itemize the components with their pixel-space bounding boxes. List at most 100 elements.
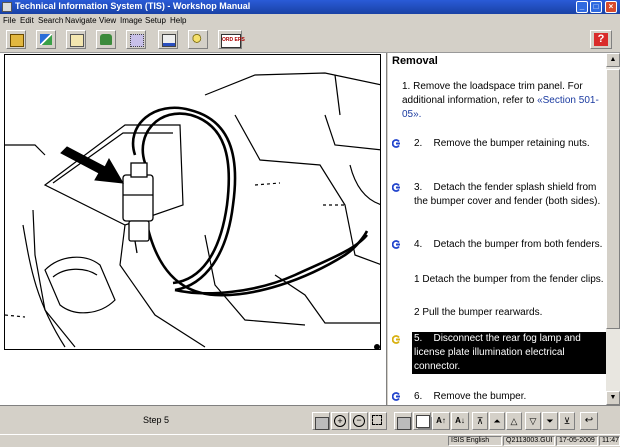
step-text: Detach the bumper from the fender clips. <box>422 274 604 285</box>
scroll-down-button[interactable]: ▼ <box>606 391 620 405</box>
step-text: Pull the bumper rearwards. <box>422 307 543 318</box>
step-number: 5. <box>414 333 423 344</box>
scroll-up-button[interactable]: ▲ <box>606 53 620 67</box>
step-bullet-icon <box>392 139 400 148</box>
increase-font-button[interactable]: A↑ <box>432 412 450 430</box>
menu-view[interactable]: View <box>99 16 116 25</box>
next-icon: ▽ <box>529 416 537 426</box>
menu-help[interactable]: Help <box>170 16 186 25</box>
title-bar: Technical Information System (TIS) - Wor… <box>0 0 620 14</box>
page-down-button[interactable]: ⏷ <box>542 412 558 430</box>
menu-bar: File Edit Search Navigate View Image Set… <box>0 15 620 27</box>
minimize-button[interactable]: _ <box>576 1 588 13</box>
print-image-button[interactable] <box>312 412 330 430</box>
app-icon <box>2 2 12 12</box>
copy-icon <box>416 415 430 428</box>
step-number: 1 <box>414 274 420 285</box>
back-button[interactable]: ↩ <box>580 412 598 430</box>
status-bar: ISIS English Q2113003.GUI 17-05-2009 11:… <box>0 434 620 447</box>
print-text-button[interactable] <box>394 412 412 430</box>
menu-navigate[interactable]: Navigate <box>65 16 97 25</box>
step-bullet-icon <box>392 335 400 344</box>
step-number: 4. <box>414 239 423 250</box>
tools-button[interactable] <box>36 30 56 49</box>
vehicle-icon <box>100 34 112 45</box>
previous-icon: △ <box>510 416 518 426</box>
zoom-in-button[interactable]: + <box>331 412 349 430</box>
next-step-button[interactable]: ▽ <box>525 412 541 430</box>
notes-icon <box>162 34 176 47</box>
substep-4-2: 2 Pull the bumper rearwards. <box>414 306 604 320</box>
step-1: 1. Remove the loadspace trim panel. For … <box>402 80 602 122</box>
menu-search[interactable]: Search <box>38 16 63 25</box>
notes-button[interactable] <box>158 30 178 49</box>
window-title: Technical Information System (TIS) - Wor… <box>15 1 251 11</box>
status-date: 17-05-2009 <box>556 436 598 446</box>
last-icon: ⊻ <box>563 416 571 426</box>
step-5-current[interactable]: 5. Disconnect the rear fog lamp and lice… <box>412 332 606 374</box>
procedure-title: Removal <box>392 55 438 67</box>
step-text: Detach the bumper from both fenders. <box>433 239 603 250</box>
orders-button[interactable]: ORD ERS <box>218 30 245 49</box>
zoom-out-icon: − <box>353 415 365 427</box>
zoom-in-icon: + <box>334 415 346 427</box>
menu-setup[interactable]: Setup <box>145 16 166 25</box>
exit-icon <box>10 34 24 47</box>
fit-image-button[interactable] <box>369 412 387 430</box>
orders-icon: ORD ERS <box>221 34 245 48</box>
decrease-font-button[interactable]: A↓ <box>451 412 469 430</box>
fit-icon <box>372 415 382 425</box>
bottom-bar: Step 5 + − A↑ A↓ ⊼ ⏶ △ ▽ ⏷ ⊻ ↩ <box>0 405 620 434</box>
previous-step-button[interactable]: △ <box>506 412 522 430</box>
step-text: Disconnect the rear fog lamp and license… <box>414 333 581 372</box>
zoom-out-button[interactable]: − <box>350 412 368 430</box>
menu-edit[interactable]: Edit <box>20 16 34 25</box>
status-time: 11:47 <box>599 436 620 446</box>
scroll-thumb[interactable] <box>606 69 620 329</box>
step-bullet-icon <box>392 183 400 192</box>
exit-button[interactable] <box>6 30 26 49</box>
step-number: 3. <box>414 182 423 193</box>
help-icon: ? <box>594 33 608 46</box>
connector-illustration <box>5 72 380 349</box>
help-button[interactable]: ? <box>590 30 612 49</box>
callout-arrow <box>60 146 124 184</box>
page-down-icon: ⏷ <box>546 416 554 426</box>
first-step-button[interactable]: ⊼ <box>472 412 488 430</box>
search-button[interactable] <box>188 30 208 49</box>
step-2[interactable]: 2. Remove the bumper retaining nuts. <box>414 137 604 151</box>
search-icon <box>192 34 204 45</box>
status-file: Q2113003.GUI <box>503 436 555 446</box>
font-decrease-icon: A↓ <box>455 416 465 425</box>
back-icon: ↩ <box>584 415 594 426</box>
copy-text-button[interactable] <box>413 412 431 430</box>
page-up-icon: ⏶ <box>493 416 501 426</box>
step-number: 1. <box>402 81 411 92</box>
last-step-button[interactable]: ⊻ <box>559 412 575 430</box>
printer-icon <box>397 417 411 430</box>
diagnostics-button[interactable] <box>126 30 146 49</box>
vehicle-button[interactable] <box>96 30 116 49</box>
step-bullet-icon <box>392 240 400 249</box>
close-button[interactable]: × <box>605 1 617 13</box>
step-number: 2 <box>414 307 420 318</box>
step-text: Remove the bumper retaining nuts. <box>433 138 590 149</box>
step-6[interactable]: 6. Remove the bumper. <box>414 390 604 404</box>
menu-image[interactable]: Image <box>120 16 142 25</box>
status-language: ISIS English <box>448 436 502 446</box>
step-4[interactable]: 4. Detach the bumper from both fenders. <box>414 238 604 252</box>
maximize-button[interactable]: □ <box>590 1 602 13</box>
substep-4-1: 1 Detach the bumper from the fender clip… <box>414 273 604 287</box>
step-bullet-icon <box>392 392 400 401</box>
step-number: 2. <box>414 138 423 149</box>
tools-icon <box>40 34 52 45</box>
procedure-scrollbar[interactable]: ▲ ▼ <box>606 53 620 405</box>
step-indicator: Step 5 <box>143 415 170 425</box>
document-button[interactable] <box>66 30 86 49</box>
step-3[interactable]: 3. Detach the fender splash shield from … <box>414 181 604 209</box>
page-up-button[interactable]: ⏶ <box>489 412 505 430</box>
illustration-figure[interactable]: TNV4302118 <box>4 54 381 350</box>
font-increase-icon: A↑ <box>436 416 446 425</box>
printer-icon <box>315 417 329 430</box>
menu-file[interactable]: File <box>3 16 16 25</box>
